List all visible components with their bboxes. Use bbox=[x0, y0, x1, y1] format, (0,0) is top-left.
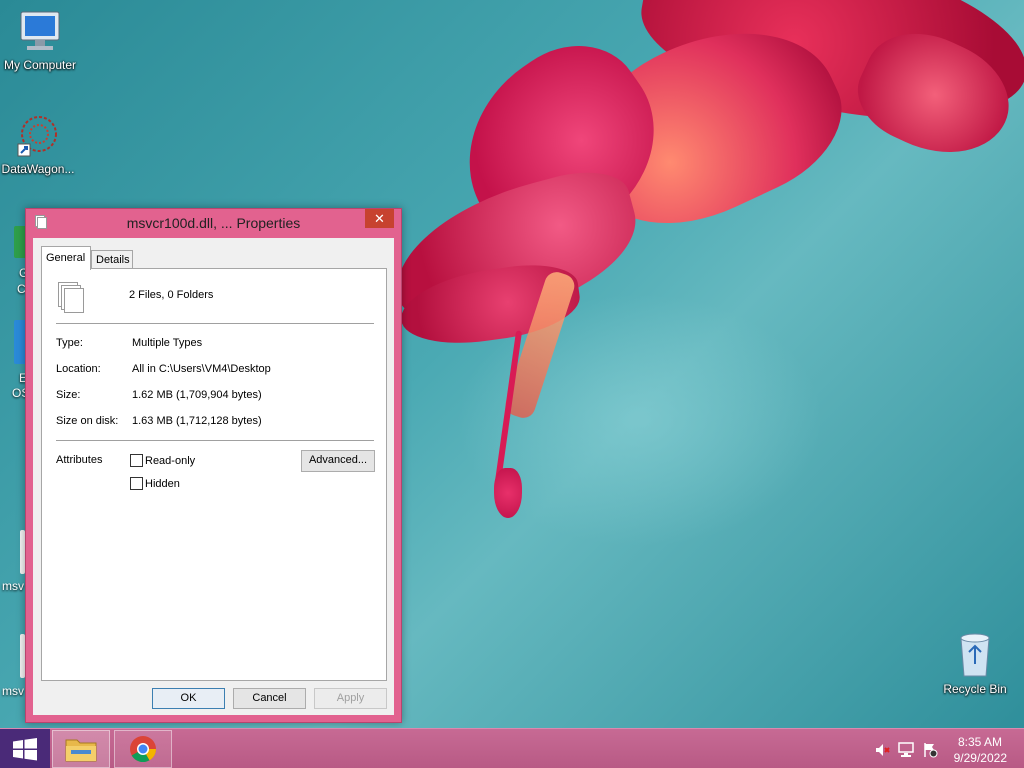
read-only-label[interactable]: Read-only bbox=[145, 455, 195, 467]
multiple-files-icon bbox=[58, 282, 88, 314]
taskbar-file-explorer[interactable] bbox=[52, 730, 110, 768]
attributes-label: Attributes bbox=[56, 454, 103, 466]
close-button[interactable]: ✕ bbox=[365, 209, 394, 228]
location-value: All in C:\Users\VM4\Desktop bbox=[132, 363, 271, 375]
taskbar: 8:35 AM 9/29/2022 bbox=[0, 728, 1024, 768]
size-label: Size: bbox=[56, 389, 81, 401]
properties-dialog: msvcr100d.dll, ... Properties ✕ General … bbox=[25, 208, 402, 723]
hidden-label[interactable]: Hidden bbox=[145, 478, 180, 490]
partial-desktop-label: msv bbox=[2, 579, 24, 593]
separator bbox=[56, 440, 374, 441]
taskbar-chrome[interactable] bbox=[114, 730, 172, 768]
dialog-titlebar[interactable]: msvcr100d.dll, ... Properties ✕ bbox=[26, 209, 401, 237]
size-value: 1.62 MB (1,709,904 bytes) bbox=[132, 389, 262, 401]
close-icon: ✕ bbox=[374, 211, 385, 226]
files-summary: 2 Files, 0 Folders bbox=[129, 289, 214, 301]
action-center-flag-icon[interactable] bbox=[922, 742, 938, 758]
computer-icon bbox=[20, 11, 60, 50]
desktop-icon-label: DataWagon... bbox=[1, 162, 75, 176]
dialog-title: msvcr100d.dll, ... Properties bbox=[126, 215, 301, 231]
tab-details[interactable]: Details bbox=[91, 250, 133, 269]
cancel-button[interactable]: Cancel bbox=[233, 688, 306, 709]
type-label: Type: bbox=[56, 337, 83, 349]
recycle-bin-icon bbox=[960, 633, 990, 677]
windows-logo-icon bbox=[13, 738, 37, 761]
size-on-disk-label: Size on disk: bbox=[56, 415, 119, 427]
location-label: Location: bbox=[56, 363, 101, 375]
dialog-client-area: General Details 2 Files, 0 Folders Type:… bbox=[33, 238, 394, 715]
desktop-icon-recycle-bin[interactable]: Recycle Bin bbox=[935, 630, 1015, 696]
ok-button[interactable]: OK bbox=[152, 688, 225, 709]
type-value: Multiple Types bbox=[132, 337, 203, 349]
datawagon-icon bbox=[17, 116, 57, 157]
advanced-button[interactable]: Advanced... bbox=[301, 450, 375, 472]
desktop-icon-datawagon[interactable]: DataWagon... bbox=[0, 114, 78, 176]
general-tab-panel: 2 Files, 0 Folders Type: Multiple Types … bbox=[41, 268, 387, 681]
partial-desktop-label: msv bbox=[2, 684, 24, 698]
clock-date[interactable]: 9/29/2022 bbox=[954, 751, 1007, 765]
tab-general[interactable]: General bbox=[41, 246, 91, 270]
desktop-icon-label: Recycle Bin bbox=[943, 682, 1007, 696]
read-only-checkbox[interactable] bbox=[130, 454, 143, 467]
desktop-icon-my-computer[interactable]: My Computer bbox=[0, 10, 80, 72]
folder-icon bbox=[65, 739, 97, 762]
flower-pistil-tip bbox=[494, 468, 522, 518]
separator bbox=[56, 323, 374, 324]
hidden-checkbox[interactable] bbox=[130, 477, 143, 490]
clock-time[interactable]: 8:35 AM bbox=[958, 735, 1002, 749]
network-icon[interactable] bbox=[898, 742, 914, 758]
size-on-disk-value: 1.63 MB (1,712,128 bytes) bbox=[132, 415, 262, 427]
chrome-icon bbox=[130, 736, 157, 763]
desktop-icon-label: My Computer bbox=[3, 58, 77, 72]
start-button[interactable] bbox=[0, 729, 50, 768]
apply-button[interactable]: Apply bbox=[314, 688, 387, 709]
volume-muted-icon[interactable] bbox=[874, 742, 890, 758]
